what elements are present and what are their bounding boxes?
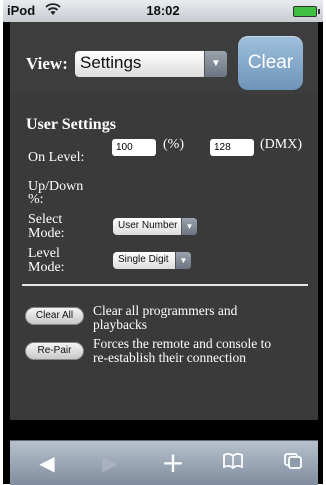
- chevron-down-icon: ▼: [204, 51, 227, 77]
- re-pair-description-line1: Forces the remote and console to: [93, 336, 272, 351]
- status-bar: iPod 18:02: [3, 0, 323, 22]
- level-mode-label-line1: Level: [28, 246, 60, 261]
- app-content: View: Settings ▼ Clear User Settings On …: [10, 22, 318, 420]
- chevron-down-icon: ▼: [175, 252, 191, 269]
- level-mode-label-line2: Mode:: [28, 260, 65, 275]
- re-pair-description-line2: re-establish their connection: [93, 350, 246, 365]
- view-select-value: Settings: [80, 53, 142, 72]
- on-level-label: On Level:: [28, 150, 85, 165]
- on-level-percent-input[interactable]: 100: [112, 139, 156, 156]
- battery-icon: [293, 6, 320, 17]
- forward-icon[interactable]: ▶: [95, 451, 125, 475]
- select-mode-label-line1: Select: [28, 212, 63, 227]
- divider: [22, 284, 308, 286]
- user-settings-heading: User Settings: [26, 116, 116, 133]
- clear-all-button[interactable]: Clear All: [25, 307, 84, 325]
- dmx-unit: (DMX): [260, 137, 302, 152]
- pages-icon[interactable]: [278, 451, 308, 475]
- chevron-down-icon: ▼: [181, 218, 197, 235]
- bookmarks-icon[interactable]: [218, 451, 248, 475]
- clear-button[interactable]: Clear: [238, 36, 303, 90]
- view-select[interactable]: Settings ▼: [75, 51, 227, 77]
- clear-all-description-line1: Clear all programmers and: [93, 303, 238, 318]
- device-screen: iPod 18:02 View: Settings ▼ Clear User S…: [3, 0, 323, 485]
- safari-toolbar: ◀ ▶ +: [10, 440, 318, 485]
- percent-unit: (%): [163, 137, 184, 152]
- level-mode-dropdown[interactable]: Single Digit ▼: [113, 252, 191, 269]
- select-mode-label-line2: Mode:: [28, 226, 65, 241]
- up-down-label-line2: %:: [28, 192, 44, 207]
- level-mode-value: Single Digit: [118, 254, 169, 265]
- back-icon[interactable]: ◀: [32, 451, 62, 475]
- on-level-dmx-input[interactable]: 128: [210, 139, 254, 156]
- clock: 18:02: [146, 3, 180, 18]
- clear-all-description-line2: playbacks: [93, 317, 147, 332]
- re-pair-button[interactable]: Re-Pair: [25, 342, 84, 360]
- select-mode-value: User Number: [118, 220, 178, 231]
- select-mode-dropdown[interactable]: User Number ▼: [113, 218, 197, 235]
- add-icon[interactable]: +: [158, 449, 188, 477]
- view-label: View:: [26, 54, 68, 73]
- view-header: View: Settings ▼ Clear: [10, 22, 318, 94]
